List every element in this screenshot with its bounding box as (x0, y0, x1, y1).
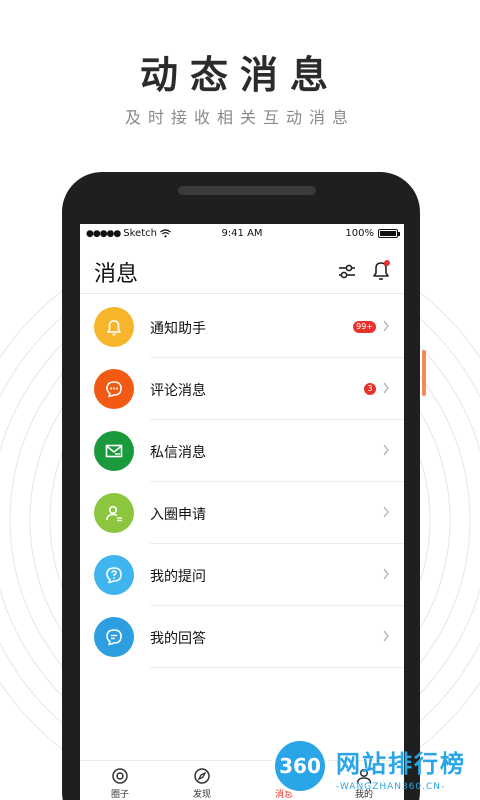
battery-icon (378, 229, 400, 238)
phone-side-button (422, 350, 426, 396)
answer-icon (94, 617, 134, 657)
chevron-right-icon (383, 382, 389, 394)
message-row-label: 我的提问 (150, 569, 206, 585)
user-add-icon (94, 493, 134, 533)
message-row-my-questions[interactable]: 我的提问 (80, 544, 404, 606)
message-row-label: 通知助手 (150, 321, 206, 337)
watermark-logo: 360 (272, 738, 328, 794)
message-row-label: 私信消息 (150, 445, 206, 461)
watermark: 360 网站排行榜 -WANGZHAN360.CN- (270, 738, 480, 800)
tab-discover[interactable]: 发现 (172, 767, 232, 800)
message-row-label: 评论消息 (150, 383, 206, 399)
unread-badge: 99+ (353, 321, 376, 333)
chevron-right-icon (383, 568, 389, 580)
watermark-subtitle: -WANGZHAN360.CN- (336, 782, 446, 792)
message-row-label: 我的回答 (150, 631, 206, 647)
chevron-right-icon (383, 630, 389, 642)
chevron-right-icon (383, 444, 389, 456)
bell-icon[interactable] (370, 258, 392, 282)
nav-bar: 消息 (80, 246, 404, 294)
promo-subtitle: 及时接收相关互动消息 (124, 108, 355, 127)
message-row-comments[interactable]: 评论消息 3 (80, 358, 404, 420)
message-row-private[interactable]: 私信消息 (80, 420, 404, 482)
filter-sliders-icon[interactable] (336, 260, 358, 282)
tab-label: 圈子 (110, 790, 129, 800)
status-bar: ●●●●● Sketch 9:41 AM 100% (80, 224, 404, 244)
message-row-my-answers[interactable]: 我的回答 (80, 606, 404, 668)
chevron-right-icon (383, 506, 389, 518)
message-row-notification-assistant[interactable]: 通知助手 99+ (80, 296, 404, 358)
promo-title: 动态消息 (139, 53, 340, 97)
unread-badge: 3 (364, 383, 376, 395)
battery-percent: 100% (345, 228, 374, 239)
message-list: 通知助手 99+ 评论消息 3 私信消息 入圈申请 我的提问 我的回答 (80, 296, 404, 668)
compass-icon (194, 768, 210, 784)
tab-circle[interactable]: 圈子 (90, 767, 150, 800)
phone-screen: ●●●●● Sketch 9:41 AM 100% 消息 通知助手 99+ 评论… (80, 224, 404, 800)
comment-icon (94, 369, 134, 409)
envelope-icon (94, 431, 134, 471)
phone-speaker (178, 186, 316, 195)
watermark-title: 网站排行榜 (336, 750, 466, 778)
question-icon (94, 555, 134, 595)
tab-label: 发现 (192, 790, 211, 800)
message-row-label: 入圈申请 (150, 507, 206, 523)
message-row-join-request[interactable]: 入圈申请 (80, 482, 404, 544)
bell-icon (94, 307, 134, 347)
circle-icon (112, 768, 128, 784)
chevron-right-icon (383, 320, 389, 332)
page-title: 消息 (94, 262, 139, 287)
